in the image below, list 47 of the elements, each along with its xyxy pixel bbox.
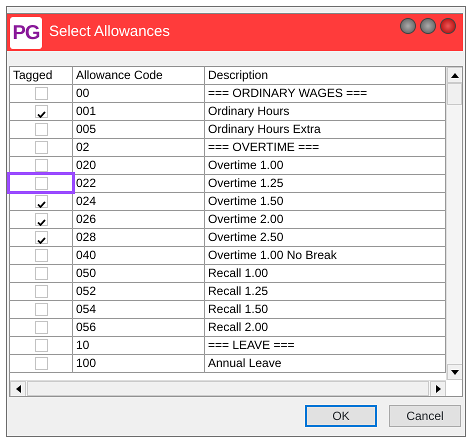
dialog-button[interactable]: Cancel: [389, 405, 461, 427]
scrollbar-thumb[interactable]: [447, 83, 462, 105]
checkbox[interactable]: [34, 141, 48, 154]
restore-button[interactable]: [400, 18, 416, 34]
table-cell: 02: [73, 139, 205, 156]
table-cell: 054: [73, 301, 205, 318]
checkbox[interactable]: [34, 177, 48, 190]
checkbox[interactable]: [34, 105, 48, 118]
window-title: Select Allowances: [49, 22, 171, 42]
dialog-button[interactable]: OK: [305, 405, 377, 427]
scroll-down-icon[interactable]: [447, 364, 462, 380]
scroll-right-icon[interactable]: [430, 381, 446, 396]
table-cell: 050: [73, 265, 205, 282]
checkbox[interactable]: [34, 213, 48, 226]
table-cell: 026: [73, 211, 205, 228]
table-cell: 10: [73, 337, 205, 354]
checkbox[interactable]: [34, 267, 48, 280]
minimize-button[interactable]: [420, 18, 436, 34]
checkbox[interactable]: [34, 357, 48, 370]
table-cell: 020: [73, 157, 205, 174]
table-cell: 028: [73, 229, 205, 246]
checkbox[interactable]: [34, 231, 48, 244]
column-header[interactable]: Tagged: [10, 67, 73, 84]
table-cell: 022: [73, 175, 205, 192]
table-cell: 040: [73, 247, 205, 264]
column-header[interactable]: Allowance Code: [73, 67, 205, 84]
table-cell: 001: [73, 103, 205, 120]
checkbox[interactable]: [34, 159, 48, 172]
table-cell: 052: [73, 283, 205, 300]
table-cell: 100: [73, 355, 205, 372]
table-cell: 005: [73, 121, 205, 138]
table-cell: 056: [73, 319, 205, 336]
table-cell: 00: [73, 85, 205, 102]
checkbox[interactable]: [34, 321, 48, 334]
table-cell: 024: [73, 193, 205, 210]
checkbox[interactable]: [34, 123, 48, 136]
vertical-scrollbar[interactable]: [446, 67, 462, 380]
scroll-up-icon[interactable]: [447, 67, 462, 83]
checkbox[interactable]: [34, 249, 48, 262]
scroll-left-icon[interactable]: [10, 381, 26, 396]
checkbox[interactable]: [34, 195, 48, 208]
checkbox[interactable]: [34, 339, 48, 352]
checkbox[interactable]: [34, 87, 48, 100]
app-logo: PG: [10, 16, 42, 48]
close-button[interactable]: [440, 18, 456, 34]
checkbox[interactable]: [34, 303, 48, 316]
checkbox[interactable]: [34, 285, 48, 298]
